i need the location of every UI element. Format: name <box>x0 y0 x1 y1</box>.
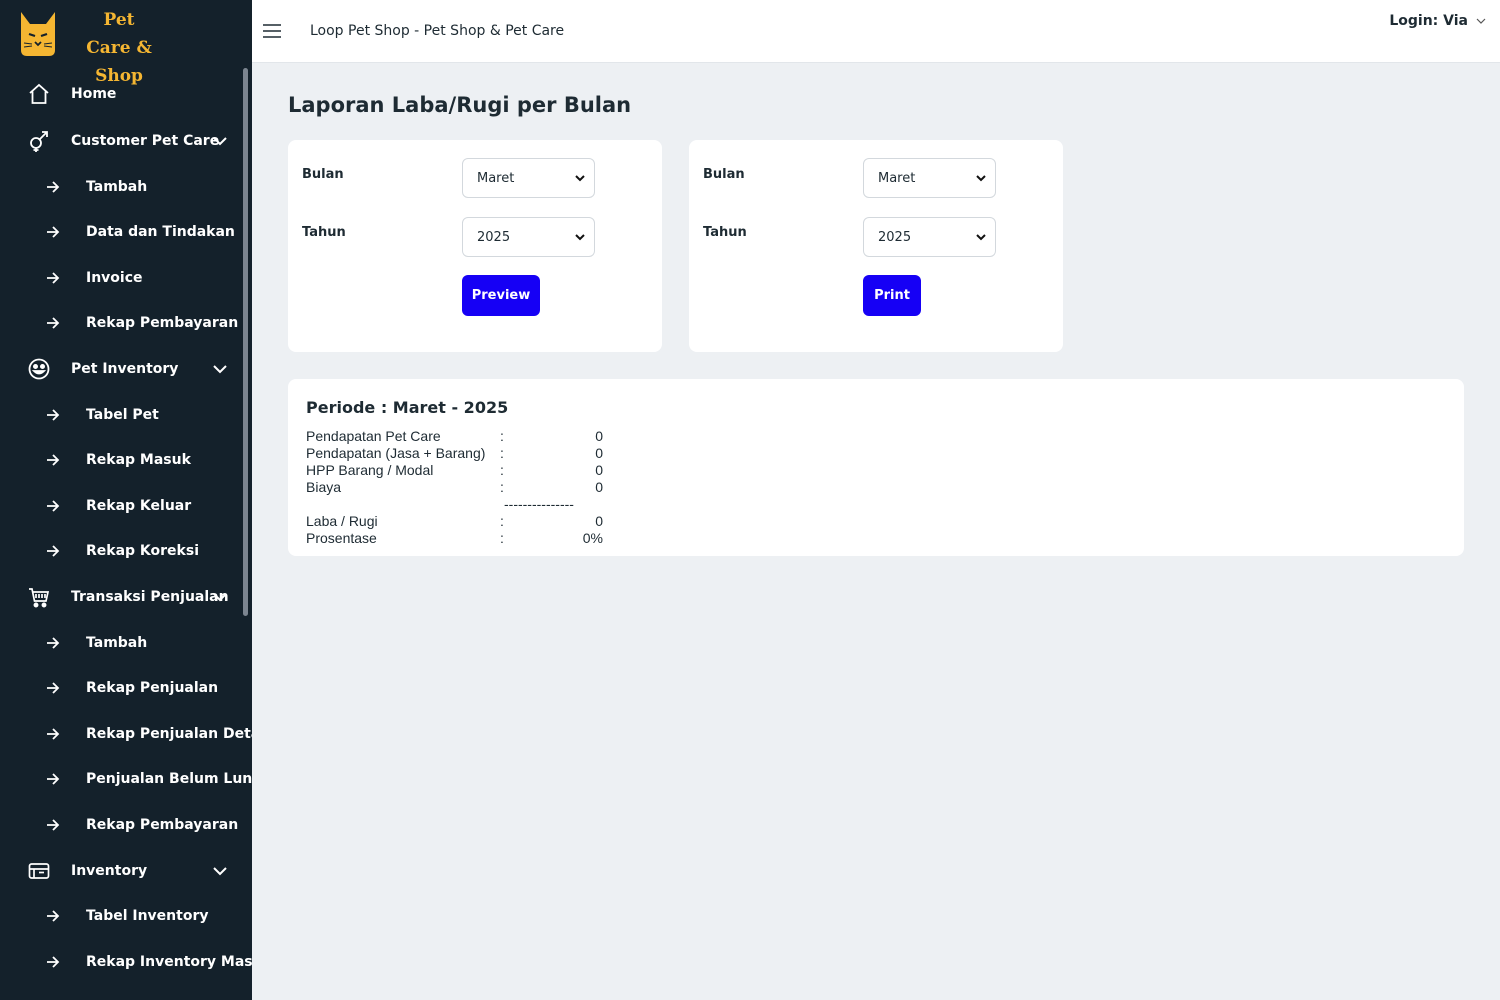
sidebar-item-pet-inventory[interactable]: Pet Inventory <box>0 346 240 392</box>
pet-care-icon <box>30 131 48 152</box>
bulan-select[interactable]: Maret <box>863 158 996 198</box>
hamburger-menu-icon[interactable] <box>262 21 282 41</box>
logo[interactable]: Pet Care & Shop <box>18 6 178 86</box>
chevron-down-icon <box>575 175 585 182</box>
print-form-card: Bulan Maret Tahun 2025 Print <box>689 140 1063 352</box>
arrow-right-icon <box>47 500 60 512</box>
chevron-down-icon <box>213 593 227 602</box>
page-title: Laporan Laba/Rugi per Bulan <box>288 93 632 117</box>
bulan-select[interactable]: Maret <box>462 158 595 198</box>
arrow-right-icon <box>47 773 60 785</box>
print-button[interactable]: Print <box>863 275 921 316</box>
chevron-down-icon <box>213 137 227 146</box>
arrow-right-icon <box>47 226 60 238</box>
login-label: Login: Via <box>1389 13 1468 29</box>
chevron-down-icon <box>1476 18 1486 24</box>
sidebar-item-label: Pet Inventory <box>71 361 179 377</box>
sidebar-sub-item[interactable]: Rekap Keluar <box>0 483 240 529</box>
sidebar-nav: Home Customer Pet Care Tambah Data dan T… <box>0 70 252 985</box>
sidebar-sub-item[interactable]: Tabel Inventory <box>0 894 240 940</box>
top-bar: Loop Pet Shop - Pet Shop & Pet Care Logi… <box>252 0 1500 63</box>
sidebar-sub-item[interactable]: Tambah <box>0 164 240 210</box>
tahun-label: Tahun <box>703 225 747 240</box>
arrow-right-icon <box>47 454 60 466</box>
app-title: Loop Pet Shop - Pet Shop & Pet Care <box>310 23 565 39</box>
sidebar: Pet Care & Shop Home Customer Pet Care T… <box>0 0 252 1000</box>
tahun-select[interactable]: 2025 <box>462 217 595 257</box>
sidebar-item-label: Inventory <box>71 862 148 879</box>
login-user-menu[interactable]: Login: Via <box>1389 13 1486 29</box>
sidebar-item-inventory[interactable]: Inventory <box>0 848 240 894</box>
arrow-right-icon <box>47 637 60 649</box>
tahun-select[interactable]: 2025 <box>863 217 996 257</box>
sidebar-sub-item[interactable]: Rekap Masuk <box>0 438 240 484</box>
arrow-right-icon <box>47 409 60 421</box>
chevron-down-icon <box>976 175 986 182</box>
chevron-down-icon <box>976 234 986 241</box>
arrow-right-icon <box>47 545 60 557</box>
report-total-row: Laba / Rugi:0 <box>306 513 603 529</box>
report-table: Pendapatan Pet Care:0 Pendapatan (Jasa +… <box>306 428 606 547</box>
sidebar-sub-item[interactable]: Rekap Inventory Masuk <box>0 939 252 985</box>
arrow-right-icon <box>47 317 60 329</box>
sidebar-sub-item[interactable]: Rekap Pembayaran <box>0 301 240 347</box>
sidebar-item-customer-pet-care[interactable]: Customer Pet Care <box>0 118 240 164</box>
sidebar-sub-item[interactable]: Rekap Penjualan Detail <box>0 711 252 757</box>
smiley-icon <box>28 358 50 380</box>
sidebar-sub-item[interactable]: Penjualan Belum Lunas <box>0 757 252 803</box>
arrow-right-icon <box>47 272 60 284</box>
sidebar-sub-item[interactable]: Rekap Penjualan <box>0 666 240 712</box>
chevron-down-icon <box>575 234 585 241</box>
arrow-right-icon <box>47 910 60 922</box>
cart-icon <box>29 588 50 608</box>
report-row: Pendapatan (Jasa + Barang):0 <box>306 445 603 461</box>
chevron-down-icon <box>213 866 227 875</box>
report-total-row: Prosentase:0% <box>306 530 603 546</box>
arrow-right-icon <box>47 728 60 740</box>
sidebar-item-label: Customer Pet Care <box>71 133 220 149</box>
sidebar-sub-item[interactable]: Rekap Pembayaran <box>0 802 240 848</box>
tahun-label: Tahun <box>302 225 346 240</box>
sidebar-sub-item[interactable]: Invoice <box>0 255 240 301</box>
bulan-label: Bulan <box>703 167 745 182</box>
arrow-right-icon <box>47 181 60 193</box>
inventory-box-icon <box>28 862 50 879</box>
sidebar-item-label: Home <box>71 86 117 102</box>
report-card: Periode : Maret - 2025 Pendapatan Pet Ca… <box>288 379 1464 556</box>
report-row: HPP Barang / Modal:0 <box>306 462 603 478</box>
sidebar-scrollbar[interactable] <box>243 68 248 616</box>
report-row: Pendapatan Pet Care:0 <box>306 428 603 444</box>
sidebar-item-transaksi-penjualan[interactable]: Transaksi Penjualan <box>0 574 240 620</box>
sidebar-sub-item[interactable]: Data dan Tindakan <box>0 210 240 256</box>
report-separator: --------------- <box>504 496 574 512</box>
report-periode: Periode : Maret - 2025 <box>306 398 509 417</box>
preview-button[interactable]: Preview <box>462 275 540 316</box>
cat-logo-icon <box>21 12 55 56</box>
sidebar-sub-item[interactable]: Rekap Koreksi <box>0 529 240 575</box>
sidebar-sub-item[interactable]: Tabel Pet <box>0 392 240 438</box>
preview-form-card: Bulan Maret Tahun 2025 Preview <box>288 140 662 352</box>
report-row: Biaya:0 <box>306 479 603 495</box>
arrow-right-icon <box>47 956 60 968</box>
bulan-label: Bulan <box>302 167 344 182</box>
sidebar-item-home[interactable]: Home <box>0 70 240 118</box>
sidebar-item-label: Transaksi Penjualan <box>71 589 229 605</box>
sidebar-sub-item[interactable]: Tambah <box>0 620 240 666</box>
arrow-right-icon <box>47 819 60 831</box>
home-icon <box>29 83 49 104</box>
arrow-right-icon <box>47 682 60 694</box>
chevron-down-icon <box>213 365 227 374</box>
